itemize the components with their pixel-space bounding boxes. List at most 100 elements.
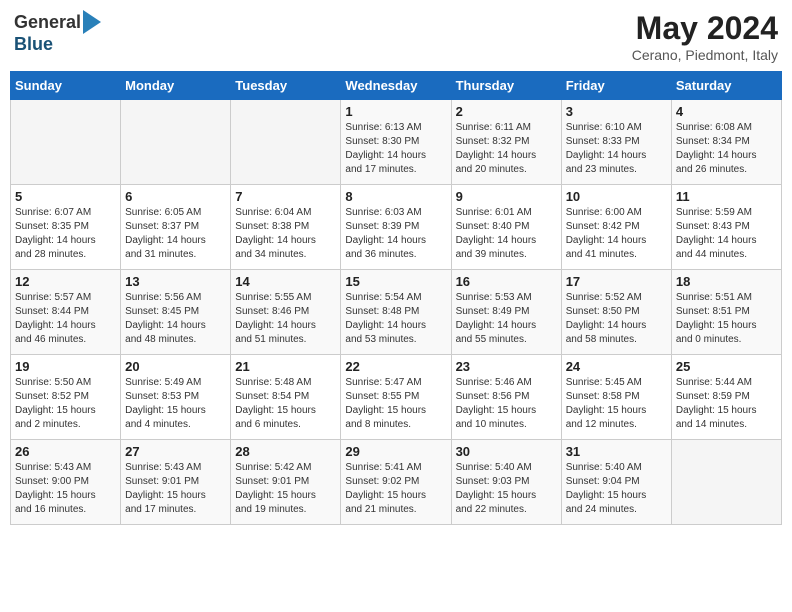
day-info: Sunrise: 6:01 AM Sunset: 8:40 PM Dayligh… [456,206,557,262]
logo-general-text: General [14,12,81,33]
day-info: Sunrise: 5:44 AM Sunset: 8:59 PM Dayligh… [676,376,777,432]
day-info: Sunrise: 5:54 AM Sunset: 8:48 PM Dayligh… [345,291,446,347]
calendar-cell: 15 Sunrise: 5:54 AM Sunset: 8:48 PM Dayli… [341,270,451,355]
day-info: Sunrise: 6:11 AM Sunset: 8:32 PM Dayligh… [456,121,557,177]
calendar-cell [671,440,781,525]
day-number: 4 [676,104,777,119]
calendar-cell: 17 Sunrise: 5:52 AM Sunset: 8:50 PM Dayli… [561,270,671,355]
page-header: General Blue May 2024 Cerano, Piedmont, … [10,10,782,63]
day-info: Sunrise: 5:59 AM Sunset: 8:43 PM Dayligh… [676,206,777,262]
logo: General Blue [14,10,101,55]
day-info: Sunrise: 6:10 AM Sunset: 8:33 PM Dayligh… [566,121,667,177]
calendar-cell: 22Sunrise: 5:47 AM Sunset: 8:55 PM Dayli… [341,355,451,440]
weekday-header-monday: Monday [121,72,231,100]
day-info: Sunrise: 5:53 AM Sunset: 8:49 PM Dayligh… [456,291,557,347]
calendar-cell: 1 Sunrise: 6:13 AM Sunset: 8:30 PM Daylig… [341,100,451,185]
day-number: 24 [566,359,667,374]
day-number: 6 [125,189,226,204]
day-info: Sunrise: 5:56 AM Sunset: 8:45 PM Dayligh… [125,291,226,347]
calendar-cell: 21Sunrise: 5:48 AM Sunset: 8:54 PM Dayli… [231,355,341,440]
day-info: Sunrise: 6:03 AM Sunset: 8:39 PM Dayligh… [345,206,446,262]
day-number: 11 [676,189,777,204]
day-number: 25 [676,359,777,374]
calendar-cell: 31Sunrise: 5:40 AM Sunset: 9:04 PM Dayli… [561,440,671,525]
day-info: Sunrise: 6:08 AM Sunset: 8:34 PM Dayligh… [676,121,777,177]
weekday-header-wednesday: Wednesday [341,72,451,100]
day-info: Sunrise: 5:52 AM Sunset: 8:50 PM Dayligh… [566,291,667,347]
day-info: Sunrise: 5:55 AM Sunset: 8:46 PM Dayligh… [235,291,336,347]
calendar-cell: 5 Sunrise: 6:07 AM Sunset: 8:35 PM Daylig… [11,185,121,270]
day-info: Sunrise: 5:50 AM Sunset: 8:52 PM Dayligh… [15,376,116,432]
day-info: Sunrise: 5:49 AM Sunset: 8:53 PM Dayligh… [125,376,226,432]
weekday-header-friday: Friday [561,72,671,100]
calendar-cell: 25 Sunrise: 5:44 AM Sunset: 8:59 PM Dayli… [671,355,781,440]
calendar-week-4: 19 Sunrise: 5:50 AM Sunset: 8:52 PM Dayli… [11,355,782,440]
day-info: Sunrise: 6:13 AM Sunset: 8:30 PM Dayligh… [345,121,446,177]
day-info: Sunrise: 6:05 AM Sunset: 8:37 PM Dayligh… [125,206,226,262]
day-number: 7 [235,189,336,204]
day-number: 15 [345,274,446,289]
day-number: 31 [566,444,667,459]
calendar-cell: 9Sunrise: 6:01 AM Sunset: 8:40 PM Daylig… [451,185,561,270]
weekday-header-row: SundayMondayTuesdayWednesdayThursdayFrid… [11,72,782,100]
day-number: 23 [456,359,557,374]
day-number: 17 [566,274,667,289]
weekday-header-tuesday: Tuesday [231,72,341,100]
calendar-cell: 24Sunrise: 5:45 AM Sunset: 8:58 PM Dayli… [561,355,671,440]
calendar-cell: 6 Sunrise: 6:05 AM Sunset: 8:37 PM Daylig… [121,185,231,270]
calendar-cell: 30Sunrise: 5:40 AM Sunset: 9:03 PM Dayli… [451,440,561,525]
weekday-header-saturday: Saturday [671,72,781,100]
calendar-cell: 23Sunrise: 5:46 AM Sunset: 8:56 PM Dayli… [451,355,561,440]
title-section: May 2024 Cerano, Piedmont, Italy [632,10,778,63]
calendar-cell: 27Sunrise: 5:43 AM Sunset: 9:01 PM Dayli… [121,440,231,525]
day-number: 13 [125,274,226,289]
day-number: 28 [235,444,336,459]
calendar-table: SundayMondayTuesdayWednesdayThursdayFrid… [10,71,782,525]
day-number: 1 [345,104,446,119]
day-number: 8 [345,189,446,204]
day-info: Sunrise: 5:57 AM Sunset: 8:44 PM Dayligh… [15,291,116,347]
location: Cerano, Piedmont, Italy [632,47,778,63]
day-info: Sunrise: 5:41 AM Sunset: 9:02 PM Dayligh… [345,461,446,517]
day-info: Sunrise: 6:04 AM Sunset: 8:38 PM Dayligh… [235,206,336,262]
calendar-cell: 7 Sunrise: 6:04 AM Sunset: 8:38 PM Daylig… [231,185,341,270]
calendar-cell: 20 Sunrise: 5:49 AM Sunset: 8:53 PM Dayli… [121,355,231,440]
calendar-week-2: 5 Sunrise: 6:07 AM Sunset: 8:35 PM Daylig… [11,185,782,270]
calendar-cell [121,100,231,185]
day-info: Sunrise: 6:07 AM Sunset: 8:35 PM Dayligh… [15,206,116,262]
day-number: 22 [345,359,446,374]
day-number: 16 [456,274,557,289]
day-number: 19 [15,359,116,374]
logo-blue-text: Blue [14,34,53,55]
weekday-header-thursday: Thursday [451,72,561,100]
day-number: 14 [235,274,336,289]
day-info: Sunrise: 6:00 AM Sunset: 8:42 PM Dayligh… [566,206,667,262]
calendar-cell [231,100,341,185]
day-number: 29 [345,444,446,459]
day-number: 30 [456,444,557,459]
day-number: 2 [456,104,557,119]
day-number: 5 [15,189,116,204]
month-year: May 2024 [632,10,778,47]
calendar-cell: 18Sunrise: 5:51 AM Sunset: 8:51 PM Dayli… [671,270,781,355]
calendar-cell [11,100,121,185]
day-info: Sunrise: 5:42 AM Sunset: 9:01 PM Dayligh… [235,461,336,517]
day-info: Sunrise: 5:43 AM Sunset: 9:01 PM Dayligh… [125,461,226,517]
day-info: Sunrise: 5:51 AM Sunset: 8:51 PM Dayligh… [676,291,777,347]
calendar-cell: 13 Sunrise: 5:56 AM Sunset: 8:45 PM Dayli… [121,270,231,355]
calendar-cell: 29 Sunrise: 5:41 AM Sunset: 9:02 PM Dayli… [341,440,451,525]
calendar-week-5: 26Sunrise: 5:43 AM Sunset: 9:00 PM Dayli… [11,440,782,525]
calendar-cell: 19 Sunrise: 5:50 AM Sunset: 8:52 PM Dayli… [11,355,121,440]
calendar-cell: 8 Sunrise: 6:03 AM Sunset: 8:39 PM Daylig… [341,185,451,270]
day-number: 20 [125,359,226,374]
calendar-cell: 2 Sunrise: 6:11 AM Sunset: 8:32 PM Daylig… [451,100,561,185]
day-number: 26 [15,444,116,459]
calendar-cell: 11 Sunrise: 5:59 AM Sunset: 8:43 PM Dayli… [671,185,781,270]
calendar-cell: 3 Sunrise: 6:10 AM Sunset: 8:33 PM Daylig… [561,100,671,185]
calendar-week-3: 12 Sunrise: 5:57 AM Sunset: 8:44 PM Dayli… [11,270,782,355]
calendar-cell: 4 Sunrise: 6:08 AM Sunset: 8:34 PM Daylig… [671,100,781,185]
day-number: 21 [235,359,336,374]
calendar-cell: 26Sunrise: 5:43 AM Sunset: 9:00 PM Dayli… [11,440,121,525]
day-number: 12 [15,274,116,289]
day-number: 3 [566,104,667,119]
